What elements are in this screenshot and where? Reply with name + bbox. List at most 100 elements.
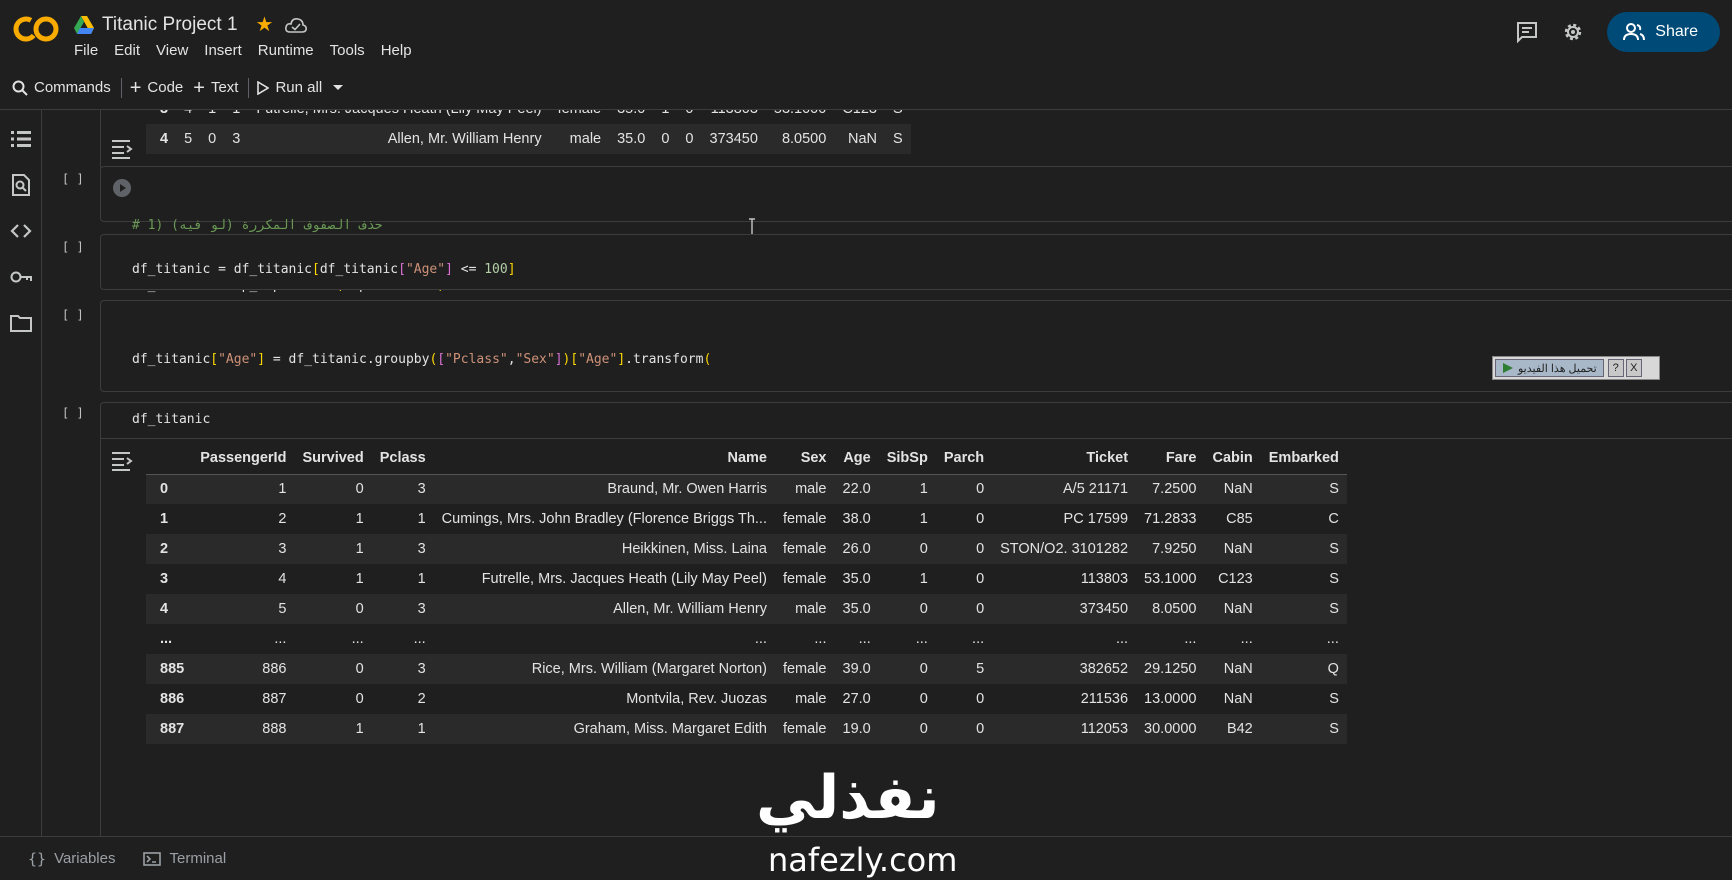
table-cell: Futrelle, Mrs. Jacques Heath (Lily May P… bbox=[248, 110, 549, 124]
table-cell: ... bbox=[915, 631, 928, 647]
widget-help-button[interactable]: ? bbox=[1607, 359, 1624, 377]
commands-button[interactable]: Commands bbox=[12, 79, 121, 96]
top-bar: Titanic Project 1 ★ File Edit View Inser… bbox=[0, 0, 1732, 66]
table-cell: S bbox=[1260, 714, 1347, 744]
run-all-dropdown[interactable] bbox=[332, 84, 354, 92]
table-cell: 887 bbox=[262, 691, 287, 707]
table-column-header: Fare bbox=[1165, 449, 1197, 466]
table-cell: female bbox=[774, 654, 835, 684]
table-cell: 29.1250 bbox=[1136, 654, 1205, 684]
table-row: 2 3 1 3 Heikkinen, Miss. Laina female 26.0 0 0 ST… bbox=[146, 534, 1347, 564]
table-index-header bbox=[146, 442, 192, 474]
table-cell: 113803 bbox=[1080, 571, 1129, 587]
menu-view[interactable]: View bbox=[156, 42, 196, 59]
table-cell: 0 bbox=[976, 511, 985, 527]
table-cell: 0 bbox=[935, 534, 993, 564]
table-cell: 1 bbox=[200, 110, 224, 124]
cloud-saved-icon[interactable] bbox=[285, 17, 308, 33]
table-cell: C bbox=[1328, 511, 1339, 527]
table-cell: S bbox=[1329, 691, 1339, 707]
share-button[interactable]: Share bbox=[1607, 12, 1720, 52]
add-code-button[interactable]: + Code bbox=[130, 78, 194, 98]
table-column-header: Embarked bbox=[1268, 449, 1339, 466]
table-cell: 0 bbox=[677, 124, 702, 154]
table-row: 1 2 1 1 Cumings, Mrs. John Bradley (Florence… bbox=[146, 504, 1347, 534]
table-column-header: Ticket bbox=[1086, 449, 1129, 466]
star-icon[interactable]: ★ bbox=[256, 12, 274, 37]
table-cell: 0 bbox=[878, 654, 936, 684]
text-label: Text bbox=[210, 79, 239, 96]
table-cell: 0 bbox=[935, 473, 993, 504]
table-cell: 1 bbox=[294, 714, 372, 744]
table-cell: male bbox=[795, 691, 827, 707]
widget-close-button[interactable]: X bbox=[1625, 359, 1642, 377]
table-cell: C123 bbox=[1218, 571, 1253, 587]
table-cell: 113803 bbox=[702, 110, 766, 124]
menu-insert[interactable]: Insert bbox=[204, 42, 250, 59]
table-cell: 2 bbox=[417, 691, 426, 707]
variables-button[interactable]: {} Variables bbox=[28, 850, 115, 868]
run-all-button[interactable]: Run all bbox=[257, 79, 332, 96]
cell-4-code[interactable]: df_titanic bbox=[132, 410, 210, 430]
table-of-contents-icon[interactable] bbox=[10, 128, 32, 150]
braces-icon: {} bbox=[28, 849, 47, 868]
download-video-button[interactable]: تحميل هذا الفيديو bbox=[1495, 359, 1604, 377]
table-cell: 888 bbox=[192, 714, 295, 744]
output-toggle-icon[interactable] bbox=[110, 450, 134, 472]
table-index-cell: 885 bbox=[146, 654, 193, 684]
table-cell: 1 bbox=[653, 110, 677, 124]
variables-label: Variables bbox=[54, 850, 116, 867]
settings-gear-icon[interactable] bbox=[1561, 20, 1585, 44]
table-column-header: Sex bbox=[800, 449, 827, 466]
table-cell: 0 bbox=[355, 691, 364, 707]
menu-help[interactable]: Help bbox=[381, 42, 420, 59]
table-cell: ... bbox=[1115, 631, 1129, 647]
table-cell: 0 bbox=[919, 691, 928, 707]
cell-2-bracket: [ ] bbox=[62, 240, 84, 254]
table-cell: 4 bbox=[176, 110, 200, 124]
table-row: 4 5 0 3 Allen, Mr. William Henry male 35.0 0 0 37… bbox=[146, 124, 911, 154]
table-cell: 0 bbox=[976, 571, 985, 587]
menu-edit[interactable]: Edit bbox=[114, 42, 148, 59]
chevron-down-icon bbox=[333, 84, 344, 90]
table-cell: ... bbox=[351, 631, 364, 647]
table-cell: 38.0 bbox=[842, 511, 871, 527]
find-replace-icon[interactable] bbox=[10, 174, 32, 196]
code-snippets-icon[interactable] bbox=[10, 220, 32, 242]
table-index-cell: 2 bbox=[146, 534, 193, 564]
table-cell: female bbox=[774, 534, 835, 564]
plus-icon: + bbox=[193, 76, 205, 99]
files-folder-icon[interactable] bbox=[10, 312, 32, 334]
comments-icon[interactable] bbox=[1515, 20, 1539, 44]
watermark-logo: نفذلي bbox=[756, 763, 940, 833]
table-cell: male bbox=[774, 594, 835, 624]
menu-runtime[interactable]: Runtime bbox=[258, 42, 322, 59]
table-row: 3 4 1 1 Futrelle, Mrs. Jacques Heath (Lily M… bbox=[146, 564, 1347, 594]
table-cell: B42 bbox=[1204, 714, 1261, 744]
table-cell: female bbox=[550, 110, 610, 124]
dataframe-table: PassengerId Survived Pclass Name Sex Age SibSp… bbox=[146, 442, 1347, 744]
table-cell: 35.0 bbox=[842, 571, 871, 587]
table-cell: 0 bbox=[294, 654, 372, 684]
terminal-button[interactable]: Terminal bbox=[143, 850, 226, 867]
table-cell: S bbox=[1260, 594, 1347, 624]
colab-logo-icon[interactable] bbox=[12, 14, 60, 44]
run-cell-button[interactable] bbox=[112, 178, 132, 198]
notebook-title[interactable]: Titanic Project 1 bbox=[102, 14, 238, 36]
code-label: Code bbox=[147, 79, 184, 96]
secrets-key-icon[interactable] bbox=[10, 266, 32, 288]
table-index-cell: 886 bbox=[160, 691, 185, 707]
table-cell: 7.2500 bbox=[1136, 473, 1205, 504]
table-cell: 30.0000 bbox=[1136, 714, 1205, 744]
table-cell: NaN bbox=[1204, 594, 1261, 624]
table-cell: 2 bbox=[278, 511, 287, 527]
output-toggle-icon[interactable] bbox=[110, 138, 134, 160]
table-cell: 19.0 bbox=[834, 714, 879, 744]
cell-2-code[interactable]: df_titanic = df_titanic[df_titanic["Age"… bbox=[132, 260, 516, 280]
table-cell: 4 bbox=[278, 571, 287, 587]
add-text-button[interactable]: + Text bbox=[193, 76, 248, 99]
table-cell: 26.0 bbox=[834, 534, 879, 564]
menu-tools[interactable]: Tools bbox=[330, 42, 373, 59]
commands-label: Commands bbox=[34, 79, 111, 96]
menu-file[interactable]: File bbox=[74, 42, 106, 59]
